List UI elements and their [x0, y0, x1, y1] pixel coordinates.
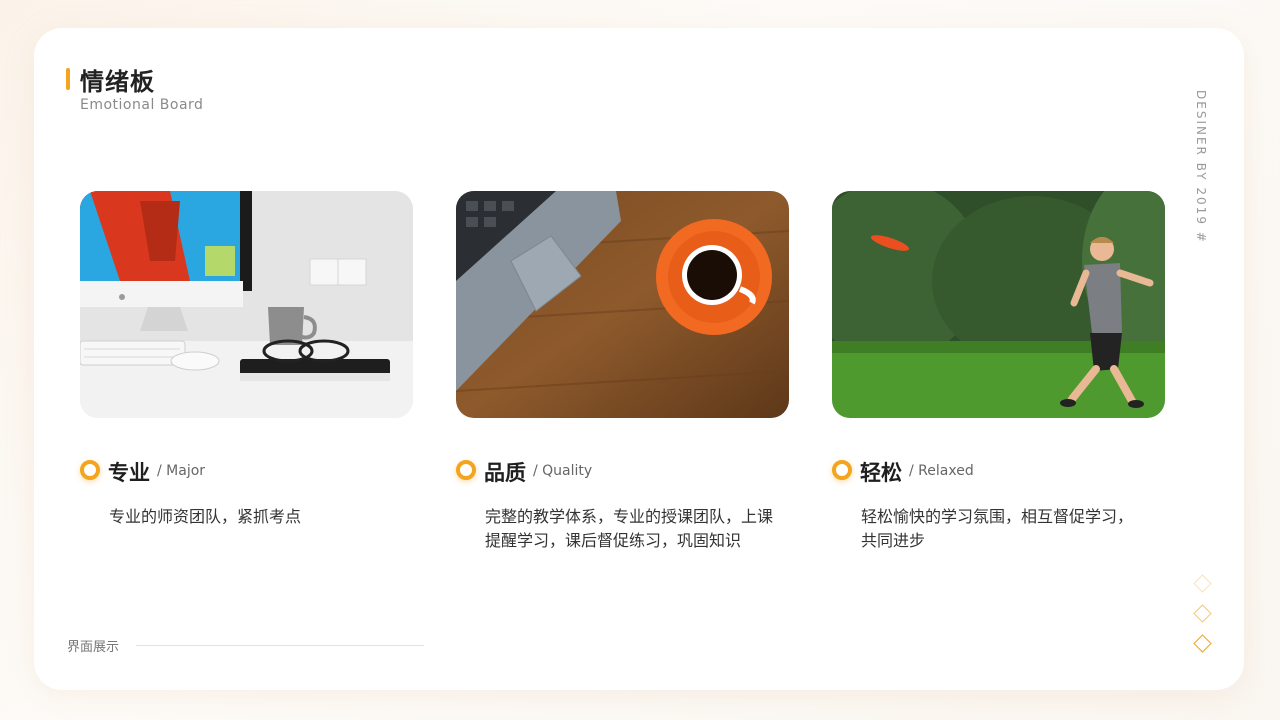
footer-label: 界面展示: [67, 640, 120, 655]
boy-throwing-frisbee-photo: [832, 191, 1165, 418]
feature-relaxed-english: / Relaxed: [909, 463, 974, 479]
laptop-and-coffee-photo: [456, 191, 789, 418]
feature-major-title: 专业: [108, 461, 150, 485]
feature-major-english: / Major: [157, 463, 206, 479]
feature-relaxed-title: 轻松: [860, 461, 902, 485]
feature-quality-english: / Quality: [533, 463, 593, 479]
feature-relaxed-bullet-icon: [832, 460, 852, 480]
page-title: 情绪板: [80, 68, 155, 96]
page-subtitle: Emotional Board: [80, 97, 204, 113]
feature-quality-description: 完整的教学体系，专业的授课团队，上课提醒学习，课后督促练习，巩固知识: [485, 507, 774, 550]
footer-divider: [136, 645, 424, 646]
feature-major-description: 专业的师资团队，紧抓考点: [109, 507, 302, 526]
feature-quality-title: 品质: [484, 461, 526, 485]
desk-with-monitor-photo: [80, 191, 413, 418]
title-accent-bar: [66, 68, 70, 90]
feature-relaxed-description: 轻松愉快的学习氛围，相互督促学习，共同进步: [861, 507, 1134, 550]
feature-quality-bullet-icon: [456, 460, 476, 480]
feature-major-bullet-icon: [80, 460, 100, 480]
designer-credit: DESINER BY 2019 #: [1194, 90, 1208, 244]
